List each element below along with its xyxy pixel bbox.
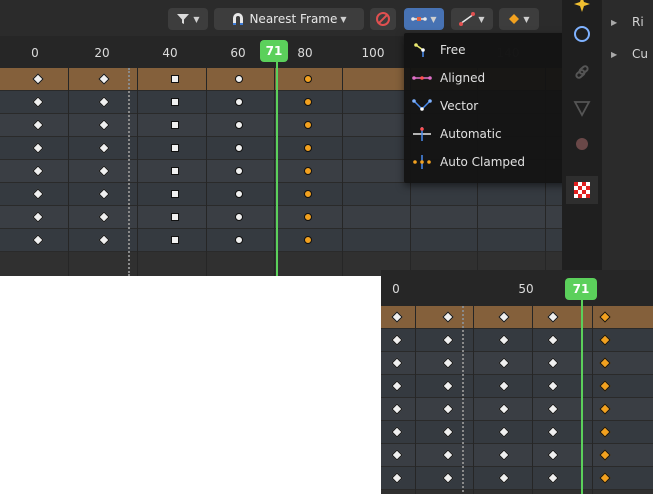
ruler-tick: 50 — [518, 282, 534, 296]
constraint-icon[interactable] — [572, 62, 592, 82]
chevron-down-icon: ▼ — [193, 14, 200, 24]
keyframe-circle-selected[interactable] — [304, 75, 312, 83]
handle-type-icon — [411, 17, 428, 21]
channel-row — [381, 352, 653, 375]
keyframe-circle-selected[interactable] — [304, 121, 312, 129]
grid-line — [532, 306, 533, 494]
handle-free-icon — [414, 43, 425, 57]
grid-line — [415, 306, 416, 494]
ruler-tick: 40 — [162, 46, 178, 60]
proportional-editing-button[interactable] — [370, 8, 396, 30]
keyframe-square[interactable] — [171, 236, 179, 244]
keyframe-circle-selected[interactable] — [304, 213, 312, 221]
modifier-icon[interactable] — [572, 98, 592, 118]
properties-label: Ri — [632, 15, 644, 29]
handle-type-dropdown[interactable]: ▼ — [404, 8, 444, 30]
snap-mode-dropdown[interactable]: Nearest Frame ▼ — [214, 8, 364, 30]
chevron-down-icon: ▼ — [340, 14, 347, 24]
preview-range-marker — [462, 306, 464, 494]
keyframe-circle-selected[interactable] — [304, 98, 312, 106]
menu-item-label: Automatic — [440, 127, 502, 141]
properties-label: Cu — [632, 47, 648, 61]
grid-line — [342, 68, 343, 276]
handle-auto-clamped-icon — [413, 155, 431, 169]
ruler-tick: 0 — [392, 282, 400, 296]
expand-triangle-icon[interactable]: ▶ — [611, 50, 617, 59]
chevron-down-icon: ▼ — [523, 14, 530, 24]
menu-item-label: Free — [440, 43, 466, 57]
grid-line — [206, 68, 207, 276]
keyframe-circle[interactable] — [235, 167, 243, 175]
keyframe-circle[interactable] — [235, 144, 243, 152]
menu-item-label: Vector — [440, 99, 479, 113]
ruler-tick: 20 — [94, 46, 110, 60]
current-frame-indicator[interactable]: 71 — [565, 278, 597, 300]
handle-vector-icon — [412, 99, 432, 111]
interpolation-dropdown[interactable]: ▼ — [451, 8, 493, 30]
chevron-down-icon: ▼ — [430, 14, 437, 24]
menu-item-label: Auto Clamped — [440, 155, 526, 169]
handle-aligned-icon — [412, 76, 432, 80]
channel-row — [381, 421, 653, 444]
grid-line — [592, 306, 593, 494]
keyframe-circle[interactable] — [235, 98, 243, 106]
keyframe-square[interactable] — [171, 121, 179, 129]
current-frame-indicator[interactable]: 71 — [260, 40, 288, 62]
keyframe-circle[interactable] — [235, 236, 243, 244]
magnet-icon — [233, 13, 244, 25]
expand-triangle-icon[interactable]: ▶ — [611, 18, 617, 27]
keyframe-type-icon — [509, 14, 520, 24]
ruler-tick: 60 — [230, 46, 246, 60]
keyframe-square[interactable] — [171, 144, 179, 152]
keyframe-circle[interactable] — [235, 213, 243, 221]
object-data-icon[interactable] — [572, 24, 592, 44]
channel-row — [381, 375, 653, 398]
handle-automatic-icon — [413, 127, 431, 141]
keyframe-circle[interactable] — [235, 121, 243, 129]
ruler-tick: 0 — [31, 46, 39, 60]
grid-line — [274, 68, 275, 276]
grid-line — [68, 68, 69, 276]
dope-sheet-header: ▼ Nearest Frame ▼ ▼ ▼ ▼ — [0, 0, 562, 36]
playhead-line — [581, 300, 583, 494]
grid-line — [473, 306, 474, 494]
keyframe-square[interactable] — [171, 167, 179, 175]
texture-icon — [574, 182, 590, 198]
menu-item-label: Aligned — [440, 71, 486, 85]
filter-dropdown[interactable]: ▼ — [168, 8, 208, 30]
chevron-down-icon: ▼ — [478, 14, 485, 24]
snap-mode-label: Nearest Frame — [249, 12, 338, 26]
shading-icon[interactable] — [572, 134, 592, 154]
keyframe-type-dropdown[interactable]: ▼ — [499, 8, 539, 30]
circle-slash-icon — [376, 12, 390, 26]
ruler-tick: 80 — [297, 46, 313, 60]
channel-row-selected — [381, 306, 653, 329]
keyframe-square[interactable] — [171, 98, 179, 106]
properties-tabs — [562, 0, 602, 276]
keyframe-circle-selected[interactable] — [304, 144, 312, 152]
playhead-line — [276, 58, 278, 276]
keyframe-circle-selected[interactable] — [304, 167, 312, 175]
preview-range-marker — [128, 68, 130, 276]
texture-tab[interactable] — [566, 176, 598, 204]
channel-row — [381, 398, 653, 421]
channel-row — [381, 467, 653, 490]
channel-row — [381, 444, 653, 467]
keyframe-circle[interactable] — [235, 190, 243, 198]
keyframe-circle[interactable] — [235, 75, 243, 83]
keyframe-square[interactable] — [171, 75, 179, 83]
keyframe-circle-selected[interactable] — [304, 190, 312, 198]
dope-sheet-panel-2: 0 50 71 — [381, 270, 653, 494]
ruler-tick: 100 — [361, 46, 385, 60]
properties-panel: ▶ Ri ▶ Cu — [562, 0, 653, 276]
frame-ruler[interactable]: 0 50 71 — [381, 270, 653, 306]
funnel-icon — [177, 14, 190, 24]
keyframe-square[interactable] — [171, 190, 179, 198]
light-icon[interactable] — [572, 0, 592, 14]
grid-line — [137, 68, 138, 276]
keyframe-circle-selected[interactable] — [304, 236, 312, 244]
channel-row — [381, 329, 653, 352]
keyframe-square[interactable] — [171, 213, 179, 221]
interpolation-icon — [459, 12, 476, 26]
